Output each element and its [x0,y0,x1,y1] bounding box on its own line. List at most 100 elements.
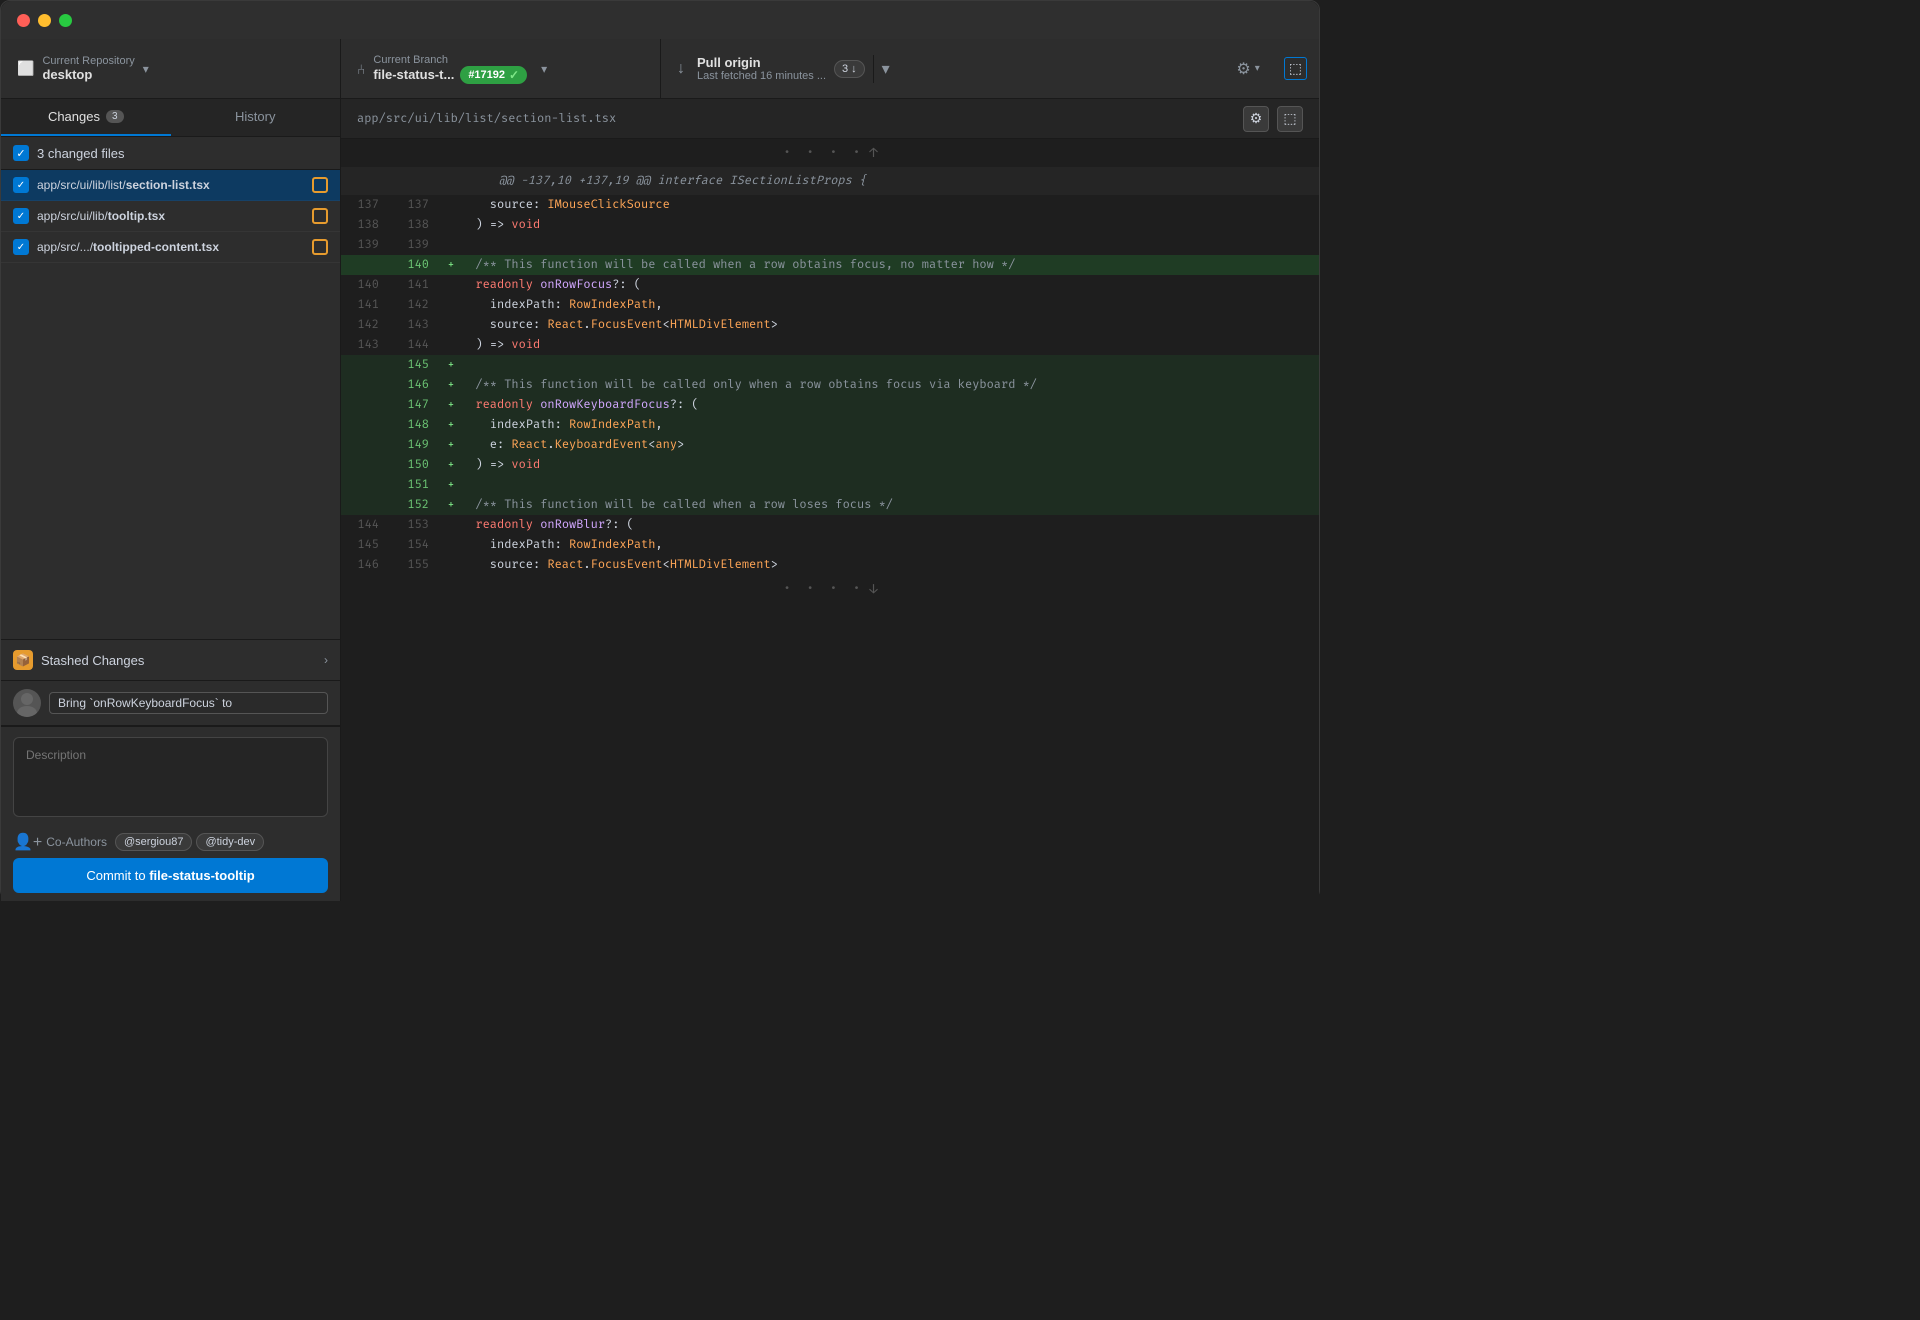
stash-item: Bring `onRowKeyboardFocus` to [1,681,340,726]
diff-line-add-152: 152 + /** This function will be called w… [341,495,1319,515]
stash-title: Stashed Changes [41,653,324,668]
current-repo-section[interactable]: ⬜ Current Repository desktop ▾ [1,39,341,98]
diff-settings-button[interactable]: ⚙ [1243,106,1269,132]
pull-down-icon: ↓ [851,63,857,75]
diff-line-add-147: 147 + readonly onRowKeyboardFocus?: ( [341,395,1319,415]
branch-icon: ⑃ [357,61,365,77]
view-toggle-button[interactable]: ⬚ [1272,39,1319,98]
repo-chevron-icon: ▾ [143,62,149,76]
repo-text: Current Repository desktop [42,55,134,82]
pull-count-badge: 3 ↓ [834,60,865,78]
minimize-button[interactable] [38,14,51,27]
diff-line-add-140: 140 + /** This function will be called w… [341,255,1319,275]
settings-icon: ⚙ [1236,59,1250,79]
pull-text: Pull origin Last fetched 16 minutes ... [697,55,826,82]
file-type-badge-1 [312,208,328,224]
diff-filepath: app/src/ui/lib/list/section-list.tsx [357,112,1243,126]
diff-line-142-143: 142 143 source: React.FocusEvent<HTMLDiv… [341,315,1319,335]
maximize-button[interactable] [59,14,72,27]
avatar-svg [13,689,41,717]
select-all-checkbox[interactable]: ✓ [13,145,29,161]
diff-line-139-139: 139 139 [341,235,1319,255]
file-name-1: app/src/ui/lib/tooltip.tsx [37,209,304,223]
commit-area: 👤+ Co-Authors @sergiou87 @tidy-dev Commi… [1,726,340,901]
pr-badge: #17192 ✓ [460,66,527,84]
repo-label: Current Repository [42,55,134,67]
file-checkbox-0[interactable]: ✓ [13,177,29,193]
close-button[interactable] [17,14,30,27]
check-icon: ✓ [509,68,519,82]
traffic-lights [17,14,72,27]
diff-hunk-header: @@ -137,10 +137,19 @@ interface ISection… [341,167,1319,195]
stash-header[interactable]: 📦 Stashed Changes › [1,640,340,681]
diff-line-137-137: 137 137 source: IMouseClickSource [341,195,1319,215]
diff-line-143-144: 143 144 ) => void [341,335,1319,355]
stash-icon: 📦 [13,650,33,670]
stash-chevron-icon: › [324,653,328,667]
diff-header-actions: ⚙ ⬚ [1243,106,1303,132]
toolbar: ⬜ Current Repository desktop ▾ ⑃ Current… [1,39,1319,99]
view-icon: ⬚ [1284,57,1307,80]
commit-button-prefix: Commit to [86,868,149,883]
diff-line-add-151: 151 + [341,475,1319,495]
repo-icon: ⬜ [17,60,34,77]
stash-section: 📦 Stashed Changes › Bring `onRowKeyboard… [1,639,340,726]
branch-label: Current Branch [373,54,533,66]
sidebar-tabs: Changes 3 History [1,99,340,137]
branch-name-text: file-status-t... [373,67,454,82]
diff-line-add-148: 148 + indexPath: RowIndexPath, [341,415,1319,435]
stash-avatar [13,689,41,717]
current-branch-section[interactable]: ⑃ Current Branch file-status-t... #17192… [341,39,661,98]
diff-line-141-142: 141 142 indexPath: RowIndexPath, [341,295,1319,315]
pr-badge-number: #17192 [468,69,505,81]
diff-line-138-138: 138 138 ) => void [341,215,1319,235]
pull-label: Pull origin [697,55,826,70]
sidebar-spacer [1,263,340,639]
settings-chevron-icon: ▾ [1255,63,1260,74]
diff-expand-button[interactable]: ⬚ [1277,106,1303,132]
pull-arrow-icon: ↓ [677,60,685,78]
diff-line-add-146: 146 + /** This function will be called o… [341,375,1319,395]
file-item-tooltipped-content[interactable]: ✓ app/src/.../tooltipped-content.tsx [1,232,340,263]
pull-origin-section[interactable]: ↓ Pull origin Last fetched 16 minutes ..… [661,55,1224,83]
commit-button[interactable]: Commit to file-status-tooltip [13,858,328,893]
tab-history[interactable]: History [171,99,341,136]
commit-description-input[interactable] [13,737,328,817]
content-area: Changes 3 History ✓ 3 changed files ✓ ap… [1,99,1319,901]
diff-expand-bottom[interactable]: · · · · ↓ [341,575,1319,603]
branch-text: Current Branch file-status-t... #17192 ✓ [373,54,533,84]
pull-dropdown-button[interactable]: ▾ [873,55,898,83]
file-checkbox-1[interactable]: ✓ [13,208,29,224]
sidebar: Changes 3 History ✓ 3 changed files ✓ ap… [1,99,341,901]
coauthors-section: 👤+ Co-Authors @sergiou87 @tidy-dev [13,832,328,852]
stash-commit-message: Bring `onRowKeyboardFocus` to [49,692,328,714]
expand-down-icon: ↓ [869,579,877,599]
branch-chevron-icon: ▾ [541,62,547,76]
diff-hunk-info: @@ -137,10 +137,19 @@ interface ISection… [491,171,866,191]
file-item-section-list[interactable]: ✓ app/src/ui/lib/list/section-list.tsx [1,170,340,201]
coauthor-badge-1: @tidy-dev [196,833,264,851]
titlebar [1,1,1319,39]
repo-name: desktop [42,67,134,82]
changed-files-count: 3 changed files [37,146,124,161]
tab-changes[interactable]: Changes 3 [1,99,171,136]
file-checkbox-2[interactable]: ✓ [13,239,29,255]
diff-line-145-154: 145 154 indexPath: RowIndexPath, [341,535,1319,555]
diff-line-add-149: 149 + e: React.KeyboardEvent<any> [341,435,1319,455]
coauthors-label: Co-Authors [46,835,107,849]
diff-expand-top[interactable]: · · · · ↑ [341,139,1319,167]
diff-header: app/src/ui/lib/list/section-list.tsx ⚙ ⬚ [341,99,1319,139]
add-coauthor-button[interactable]: 👤+ [13,832,42,852]
tab-history-label: History [235,109,275,124]
diff-panel: app/src/ui/lib/list/section-list.tsx ⚙ ⬚… [341,99,1319,901]
coauthor-badge-0: @sergiou87 [115,833,192,851]
file-name-2: app/src/.../tooltipped-content.tsx [37,240,304,254]
settings-button[interactable]: ⚙ ▾ [1224,39,1271,98]
diff-content[interactable]: · · · · ↑ @@ -137,10 +137,19 @@ interfac… [341,139,1319,901]
app-layout: ⬜ Current Repository desktop ▾ ⑃ Current… [1,39,1319,901]
branch-name: file-status-t... #17192 ✓ [373,66,533,84]
expand-up-icon: ↑ [869,143,877,163]
file-item-tooltip[interactable]: ✓ app/src/ui/lib/tooltip.tsx [1,201,340,232]
diff-line-144-153: 144 153 readonly onRowBlur?: ( [341,515,1319,535]
tab-changes-label: Changes [48,109,100,124]
